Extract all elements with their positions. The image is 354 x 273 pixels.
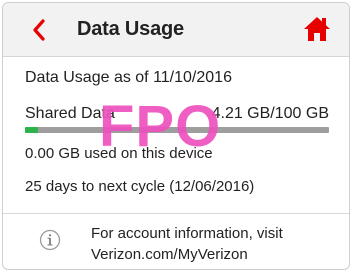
shared-data-value: 4.21 GB/100 GB [211, 105, 329, 122]
account-info-line: For account information, visit [91, 225, 283, 242]
account-info-text: For account information, visit Verizon.c… [91, 223, 341, 265]
home-icon [304, 17, 330, 41]
page-title: Data Usage [77, 18, 184, 40]
usage-as-of-date: Data Usage as of 11/10/2016 [25, 69, 232, 86]
header-bar: Data Usage [3, 3, 349, 57]
chevron-left-icon [33, 19, 45, 41]
account-info-link[interactable]: Verizon.com/MyVerizon [91, 244, 341, 265]
device-usage-text: 0.00 GB used on this device [25, 145, 213, 162]
home-button[interactable] [303, 15, 331, 43]
divider [3, 213, 349, 214]
back-button[interactable] [27, 17, 51, 43]
usage-progress-bar [25, 127, 329, 133]
usage-progress-fill [25, 127, 38, 133]
info-icon [39, 229, 61, 251]
phone-screen: Data Usage Data Usage as of 11/10/2016 S… [2, 2, 350, 270]
next-cycle-text: 25 days to next cycle (12/06/2016) [25, 178, 255, 195]
shared-data-label: Shared Data [25, 105, 115, 122]
